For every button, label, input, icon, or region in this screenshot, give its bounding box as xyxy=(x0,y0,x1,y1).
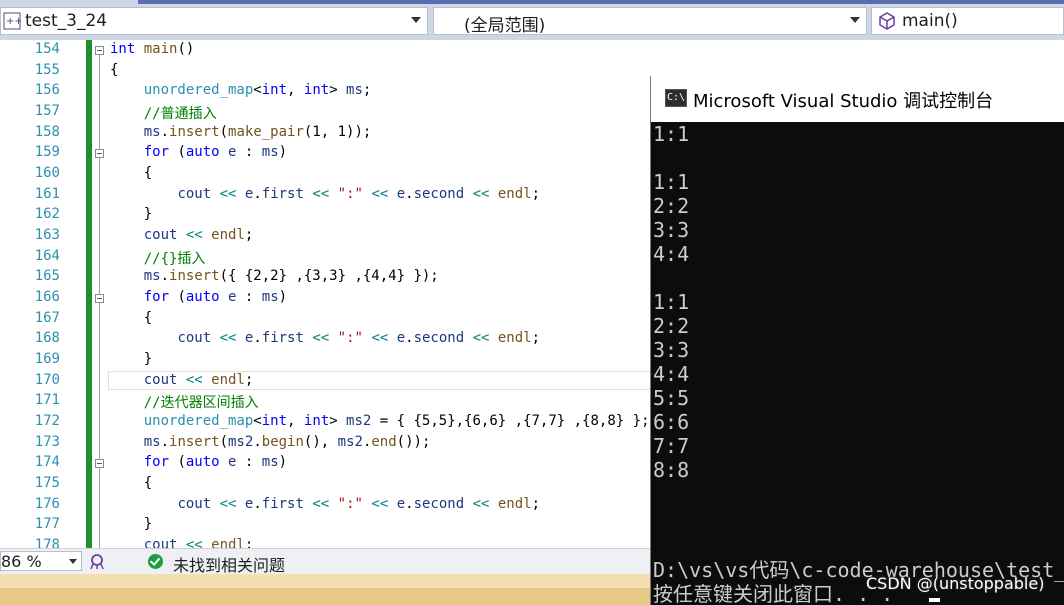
code-text: cout << e.first << ":" << e.second << en… xyxy=(177,185,541,202)
line-number: 177 xyxy=(34,516,60,533)
console-line: 按任意键关闭此窗口. . . xyxy=(653,582,894,605)
code-text: unordered_map<int, int> ms; xyxy=(143,82,372,99)
intellicode-icon[interactable] xyxy=(88,552,106,570)
text-cursor xyxy=(929,598,940,602)
code-text: cout << endl; xyxy=(143,537,254,548)
console-line: 3:3 xyxy=(653,218,690,242)
project-name: test_3_24 xyxy=(25,11,108,31)
check-circle-icon xyxy=(148,554,163,569)
line-number: 169 xyxy=(34,351,60,368)
code-text: { xyxy=(110,61,119,78)
project-icon: ++ xyxy=(3,12,21,30)
line-number: 158 xyxy=(34,123,60,140)
chevron-down-icon xyxy=(411,17,421,23)
collapse-icon[interactable] xyxy=(95,459,104,469)
line-number: 155 xyxy=(34,61,60,78)
code-text: } xyxy=(110,516,153,533)
console-line: 6:6 xyxy=(653,410,690,434)
console-line: 1:1 xyxy=(653,170,690,194)
navigation-bar: ++ test_3_24 (全局范围) main() xyxy=(0,0,1064,40)
console-line: 2:2 xyxy=(653,194,690,218)
issues-status[interactable]: 未找到相关问题 xyxy=(173,552,285,576)
console-line: 5:5 xyxy=(653,386,690,410)
chevron-down-icon xyxy=(69,559,77,564)
code-text: } xyxy=(110,351,153,368)
code-text: //{}插入 xyxy=(143,250,206,267)
code-text: for (auto e : ms) xyxy=(143,289,288,306)
title-strip xyxy=(138,0,1064,4)
console-line: 2:2 xyxy=(653,314,690,338)
code-text: { xyxy=(110,475,153,492)
line-number: 178 xyxy=(34,537,60,548)
code-text: for (auto e : ms) xyxy=(143,454,288,471)
line-number: 160 xyxy=(34,165,60,182)
code-text: { xyxy=(110,165,153,182)
code-text: ms.insert(make_pair(1, 1)); xyxy=(143,123,372,140)
line-number: 175 xyxy=(34,475,60,492)
code-text: ms.insert({ {2,2} ,{3,3} ,{4,4} }); xyxy=(143,268,439,285)
debug-console-window[interactable]: C:\ Microsoft Visual Studio 调试控制台 1:1 1:1… xyxy=(650,76,1064,605)
console-title: Microsoft Visual Studio 调试控制台 xyxy=(693,91,994,112)
console-line: 1:1 xyxy=(653,122,690,146)
scope-dropdown[interactable]: (全局范围) xyxy=(433,7,867,36)
member-name: main() xyxy=(902,11,958,31)
console-line: 7:7 xyxy=(653,434,690,458)
line-number: 156 xyxy=(34,82,60,99)
code-text: cout << e.first << ":" << e.second << en… xyxy=(177,495,541,512)
code-text: //迭代器区间插入 xyxy=(143,395,259,412)
code-text: for (auto e : ms) xyxy=(143,144,288,161)
line-number: 165 xyxy=(34,268,60,285)
project-dropdown[interactable]: ++ test_3_24 xyxy=(0,7,428,35)
console-title-bar[interactable]: C:\ Microsoft Visual Studio 调试控制台 xyxy=(651,76,1064,122)
code-text: ms.insert(ms2.begin(), ms2.end()); xyxy=(143,433,431,450)
console-icon: C:\ xyxy=(665,89,687,107)
line-number: 173 xyxy=(34,433,60,450)
line-number: 161 xyxy=(34,185,60,202)
line-number: 166 xyxy=(34,289,60,306)
scope-name: (全局范围) xyxy=(464,16,546,36)
line-number: 157 xyxy=(34,103,60,119)
code-line[interactable]: 154 int main() xyxy=(0,40,1064,61)
code-text: } xyxy=(110,206,153,223)
line-number: 163 xyxy=(34,227,60,244)
svg-text:++: ++ xyxy=(6,16,21,27)
console-line: 4:4 xyxy=(653,242,690,266)
chevron-down-icon xyxy=(850,17,860,23)
line-number: 171 xyxy=(34,392,60,409)
code-text: cout << e.first << ":" << e.second << en… xyxy=(177,330,541,347)
line-number: 170 xyxy=(34,371,60,388)
code-text: unordered_map<int, int> ms2 = { {5,5},{6… xyxy=(143,413,650,430)
code-text: { xyxy=(110,309,153,326)
zoom-dropdown[interactable]: 86 % xyxy=(0,551,82,571)
line-number: 174 xyxy=(34,454,60,471)
line-number: 159 xyxy=(34,144,60,161)
code-text: cout << endl; xyxy=(143,371,254,388)
code-text: int main() xyxy=(110,41,195,57)
watermark: CSDN @(unstoppable) xyxy=(866,574,1045,593)
code-text: cout << endl; xyxy=(143,227,254,244)
member-dropdown[interactable]: main() xyxy=(871,7,1064,35)
collapse-icon[interactable] xyxy=(95,294,104,304)
console-line: 1:1 xyxy=(653,290,690,314)
line-number: 167 xyxy=(34,309,60,326)
console-line: 3:3 xyxy=(653,338,690,362)
line-number: 176 xyxy=(34,495,60,512)
console-line: 4:4 xyxy=(653,362,690,386)
zoom-level: 86 % xyxy=(1,552,42,571)
console-line: 8:8 xyxy=(653,458,690,482)
collapse-icon[interactable] xyxy=(95,149,104,159)
cube-icon xyxy=(879,12,895,30)
line-number: 162 xyxy=(34,206,60,223)
collapse-icon[interactable] xyxy=(95,46,104,55)
code-text: //普通插入 xyxy=(143,106,217,122)
line-number: 168 xyxy=(34,330,60,347)
line-number: 164 xyxy=(34,247,60,264)
line-number: 172 xyxy=(34,413,60,430)
line-number: 154 xyxy=(34,41,60,57)
